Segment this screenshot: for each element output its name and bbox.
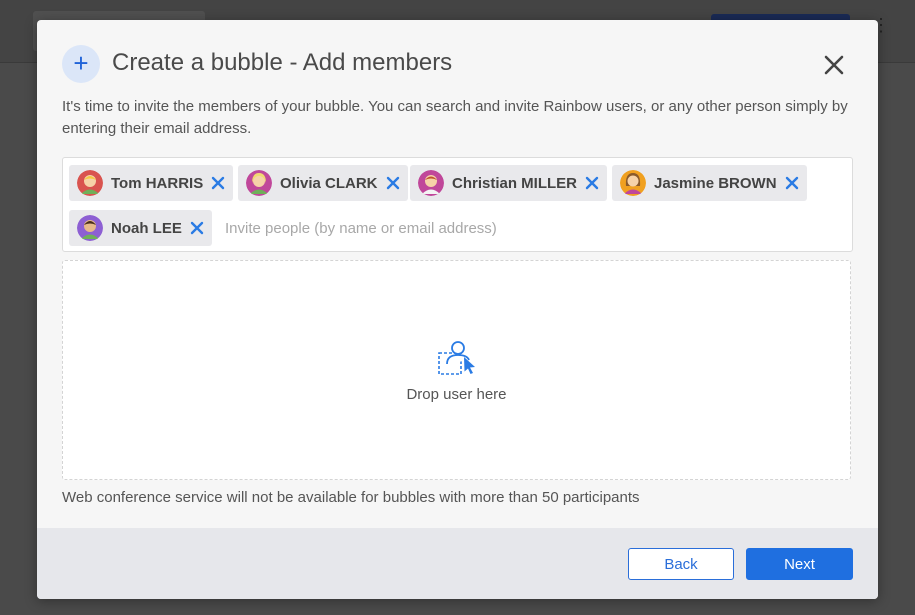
member-name: Christian MILLER (452, 174, 578, 192)
avatar (246, 170, 272, 196)
avatar (77, 215, 103, 241)
member-name: Tom HARRIS (111, 174, 204, 192)
drop-user-icon (438, 341, 475, 375)
dialog-footer: Back Next (37, 528, 878, 599)
drop-zone[interactable]: Drop user here (62, 260, 851, 480)
drop-zone-label: Drop user here (406, 386, 507, 403)
remove-member-icon[interactable] (190, 221, 204, 235)
member-name: Noah LEE (111, 219, 182, 237)
remove-member-icon[interactable] (585, 176, 599, 190)
dialog-intro: It's time to invite the members of your … (62, 98, 848, 137)
back-button[interactable]: Back (628, 548, 734, 580)
invite-field[interactable]: Tom HARRIS Olivia CLARK Christian MILLER… (62, 157, 853, 252)
member-name: Jasmine BROWN (654, 174, 777, 192)
dialog-title: Create a bubble - Add members (112, 49, 453, 76)
member-chip: Tom HARRIS (69, 165, 234, 201)
remove-member-icon[interactable] (785, 176, 799, 190)
avatar (77, 170, 103, 196)
member-name: Olivia CLARK (280, 174, 378, 192)
member-chip: Jasmine BROWN (612, 165, 807, 201)
next-button[interactable]: Next (746, 548, 853, 580)
avatar (418, 170, 444, 196)
member-chip: Noah LEE (69, 210, 212, 246)
avatar (620, 170, 646, 196)
plus-icon: + (62, 45, 100, 83)
remove-member-icon[interactable] (211, 176, 225, 190)
remove-member-icon[interactable] (386, 176, 400, 190)
close-icon[interactable] (820, 51, 848, 79)
member-chip: Olivia CLARK (238, 165, 408, 201)
participant-limit-note: Web conference service will not be avail… (62, 489, 640, 506)
invite-input[interactable] (225, 210, 625, 246)
create-bubble-dialog: + Create a bubble - Add members It's tim… (37, 20, 878, 599)
member-chip: Christian MILLER (410, 165, 608, 201)
